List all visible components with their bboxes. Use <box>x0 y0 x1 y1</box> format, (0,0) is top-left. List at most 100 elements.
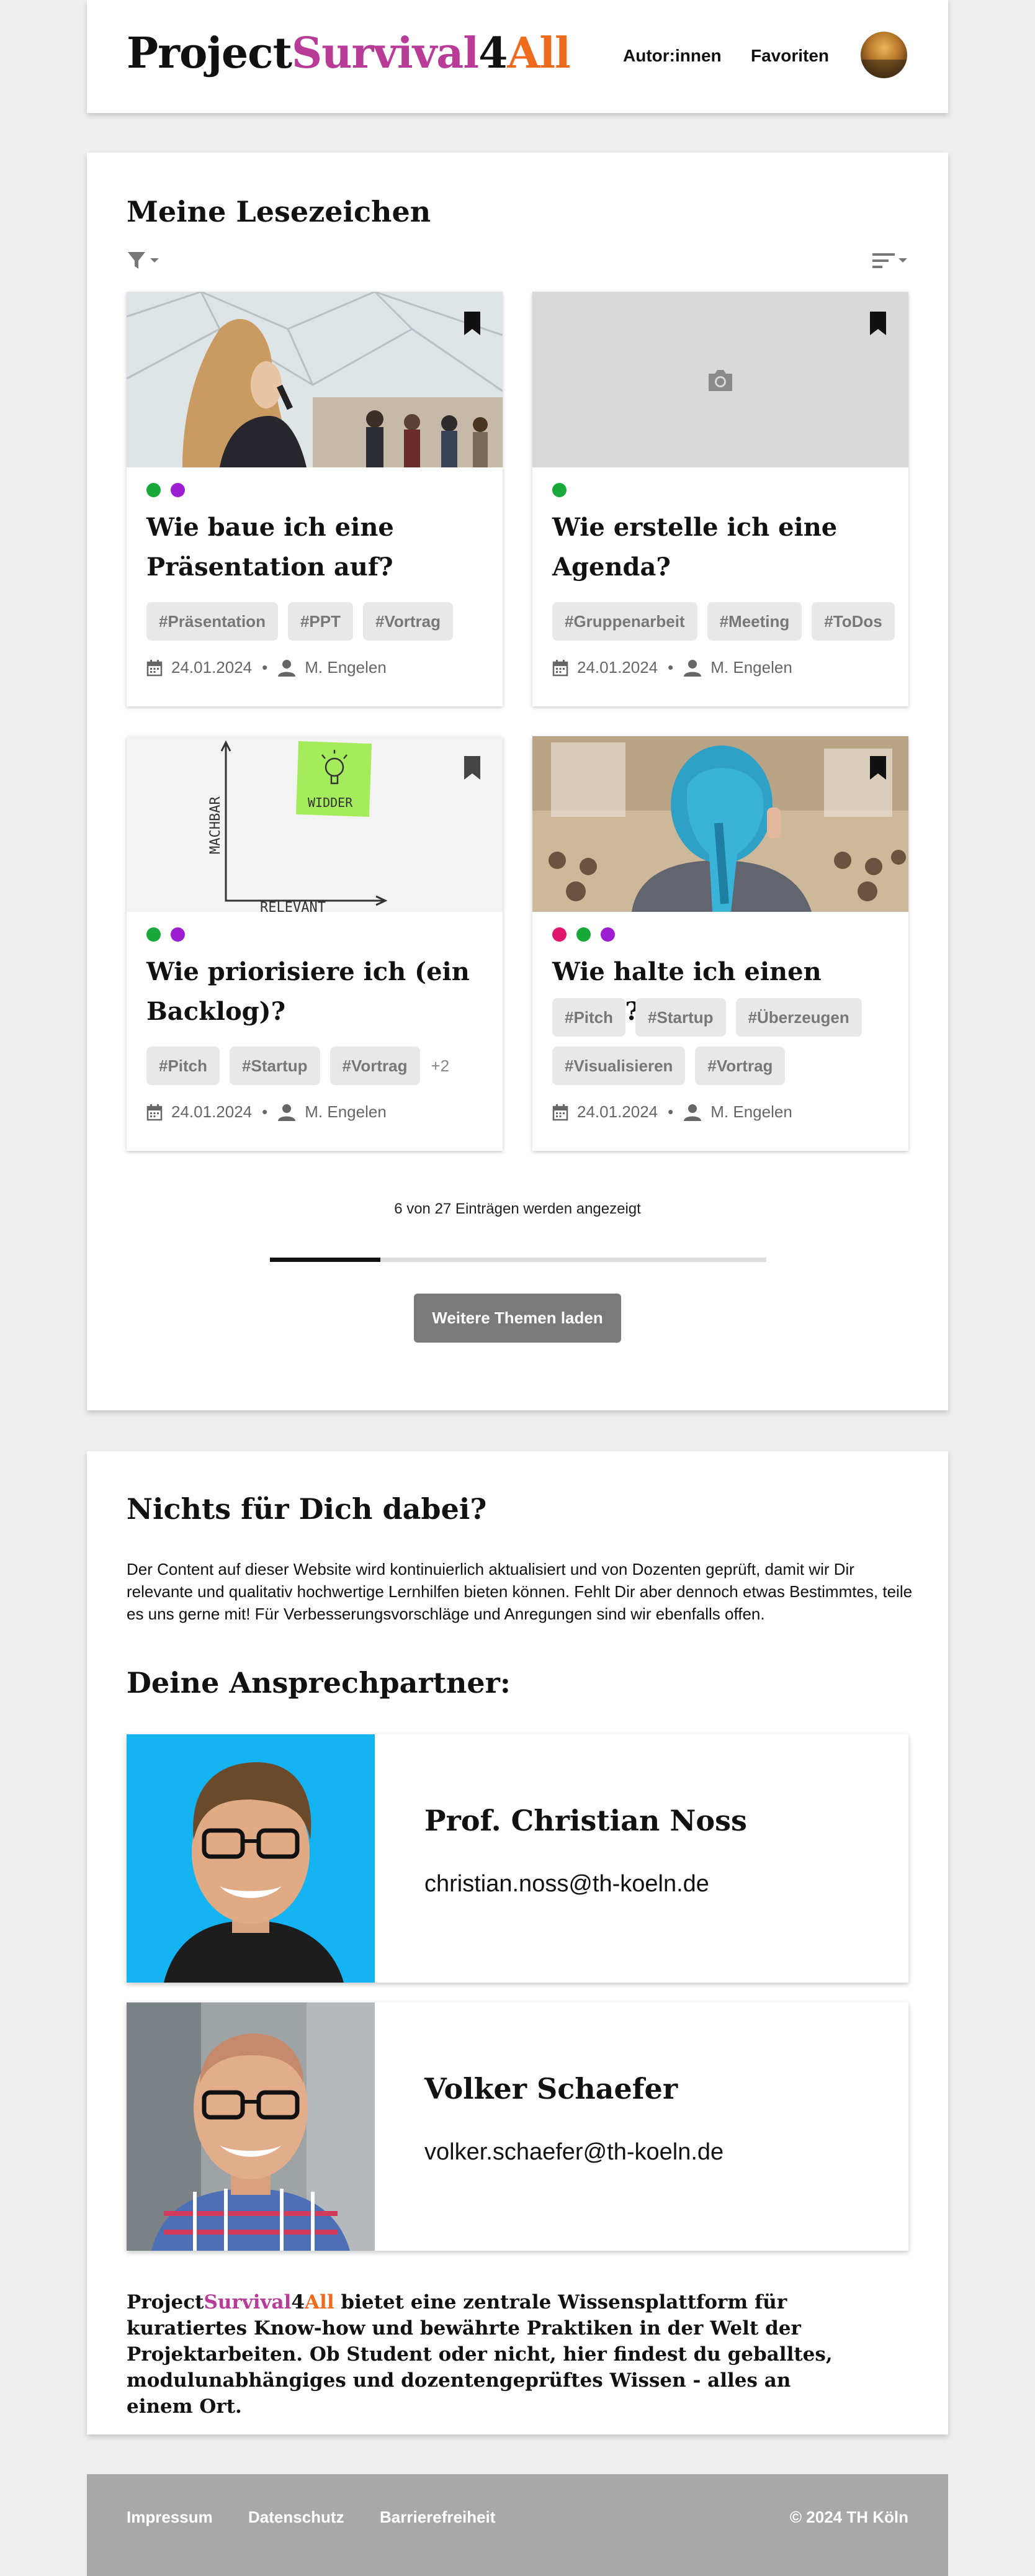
tag[interactable]: #Vortrag <box>362 602 453 641</box>
tag-list: #Präsentation #PPT #Vortrag <box>146 602 494 641</box>
card-image-presentation <box>127 292 503 467</box>
category-dots <box>552 927 615 942</box>
contact-photo <box>127 1734 375 1983</box>
category-dots <box>146 927 185 942</box>
card-meta: 24.01.2024 • M. Engelen <box>146 658 387 677</box>
site-logo[interactable]: ProjectSurvival4All <box>127 32 571 74</box>
contact-email[interactable]: volker.schaefer@th-koeln.de <box>424 2139 724 2166</box>
calendar-icon <box>146 1104 163 1120</box>
load-more-button[interactable]: Weitere Themen laden <box>414 1294 621 1343</box>
bookmark-icon[interactable] <box>869 755 887 781</box>
card-image-placeholder <box>532 292 908 467</box>
tag[interactable]: #Präsentation <box>146 602 278 641</box>
nav-authors[interactable]: Autor:innen <box>623 46 722 66</box>
contact-persons-title: Deine Ansprechpartner: <box>127 1666 511 1700</box>
category-dot <box>552 483 567 497</box>
tag-list: #Pitch #Startup #Überzeugen #Visualisier… <box>552 998 900 1085</box>
tag[interactable]: #Visualisieren <box>552 1047 686 1085</box>
user-avatar[interactable] <box>861 32 907 78</box>
tag[interactable]: #PPT <box>287 602 353 641</box>
contact-person-card: Prof. Christian Noss christian.noss@th-k… <box>127 1734 908 1983</box>
tag[interactable]: #Startup <box>230 1047 320 1085</box>
footer-link-impressum[interactable]: Impressum <box>127 2508 213 2527</box>
nav-favorites[interactable]: Favoriten <box>751 46 829 66</box>
person-icon <box>278 659 296 677</box>
card-meta: 24.01.2024 • M. Engelen <box>552 1102 792 1122</box>
category-dot <box>146 483 161 497</box>
card-title[interactable]: Wie priorisiere ich (ein Backlog)? <box>146 952 482 1032</box>
contact-title: Nichts für Dich dabei? <box>127 1492 487 1526</box>
person-icon <box>278 1104 296 1121</box>
category-dots <box>552 483 567 497</box>
results-progress-bar <box>270 1258 766 1262</box>
bookmark-card[interactable]: Wie erstelle ich eine Agenda? #Gruppenar… <box>532 292 908 706</box>
calendar-icon <box>146 659 163 676</box>
card-date: 24.01.2024 <box>577 1102 658 1121</box>
tag[interactable]: #Pitch <box>552 998 626 1037</box>
sketch-y-label: MACHBAR <box>208 796 223 854</box>
meta-separator: • <box>262 658 268 677</box>
bookmark-icon[interactable] <box>463 310 482 336</box>
tag[interactable]: #Pitch <box>146 1047 220 1085</box>
logo-part-all: All <box>507 29 570 78</box>
results-count: 6 von 27 Einträgen werden angezeigt <box>394 1200 641 1217</box>
inline-logo-survival: Survival <box>204 2291 292 2313</box>
contact-person-card: Volker Schaefer volker.schaefer@th-koeln… <box>127 2002 908 2251</box>
tag[interactable]: #Vortrag <box>695 1047 786 1085</box>
tag-list: #Gruppenarbeit #Meeting #ToDos <box>552 602 900 641</box>
tag[interactable]: #Meeting <box>707 602 802 641</box>
card-author: M. Engelen <box>305 658 387 677</box>
more-tags-count[interactable]: +2 <box>430 1056 450 1076</box>
category-dot <box>576 927 591 942</box>
contact-photo <box>127 2002 375 2251</box>
tag[interactable]: #Gruppenarbeit <box>552 602 697 641</box>
filter-button[interactable] <box>127 250 161 275</box>
calendar-icon <box>552 659 568 676</box>
bookmarks-title: Meine Lesezeichen <box>127 195 431 228</box>
bookmark-icon[interactable] <box>463 755 482 781</box>
card-meta: 24.01.2024 • M. Engelen <box>552 658 792 677</box>
tag-list: #Pitch #Startup #Vortrag +2 <box>146 1047 494 1085</box>
calendar-icon <box>552 1104 568 1120</box>
bookmarks-section: Meine Lesezeichen Wie baue ich eine Präs… <box>87 153 948 1410</box>
card-title[interactable]: Wie erstelle ich eine Agenda? <box>552 508 887 587</box>
camera-icon <box>709 370 732 391</box>
bookmark-card[interactable]: Wie halte ich einen Pitch? #Pitch #Start… <box>532 736 908 1151</box>
logo-part-4: 4 <box>478 29 508 78</box>
footer-link-datenschutz[interactable]: Datenschutz <box>248 2508 344 2527</box>
tag[interactable]: #Überzeugen <box>735 998 862 1037</box>
category-dot <box>171 483 185 497</box>
contact-name: Prof. Christian Noss <box>424 1804 747 1837</box>
sketch-x-label: RELEVANT <box>260 900 326 912</box>
contact-email[interactable]: christian.noss@th-koeln.de <box>424 1871 709 1898</box>
inline-logo-4: 4 <box>291 2291 305 2313</box>
card-meta: 24.01.2024 • M. Engelen <box>146 1102 387 1122</box>
sort-button[interactable] <box>871 250 910 275</box>
progress-fill <box>270 1258 380 1262</box>
category-dots <box>146 483 185 497</box>
tag[interactable]: #Startup <box>635 998 726 1037</box>
card-author: M. Engelen <box>305 1102 387 1121</box>
contact-name: Volker Schaefer <box>424 2072 678 2105</box>
tag[interactable]: #Vortrag <box>329 1047 420 1085</box>
bookmark-icon[interactable] <box>869 310 887 336</box>
contact-lead-text: Der Content auf dieser Website wird kont… <box>127 1560 913 1623</box>
card-title[interactable]: Wie baue ich eine Präsentation auf? <box>146 508 482 587</box>
card-date: 24.01.2024 <box>577 658 658 677</box>
card-image-pitch <box>532 736 908 912</box>
meta-separator: • <box>262 1102 268 1121</box>
meta-separator: • <box>668 1102 674 1121</box>
bookmark-card[interactable]: Wie baue ich eine Präsentation auf? #Prä… <box>127 292 503 706</box>
site-footer: Impressum Datenschutz Barrierefreiheit ©… <box>87 2474 948 2576</box>
contact-section: Nichts für Dich dabei? Der Content auf d… <box>87 1451 948 2434</box>
tag[interactable]: #ToDos <box>812 602 895 641</box>
category-dot <box>552 927 567 942</box>
person-icon <box>684 659 702 677</box>
footer-link-barrierefreiheit[interactable]: Barrierefreiheit <box>380 2508 495 2527</box>
card-date: 24.01.2024 <box>171 658 253 677</box>
footer-copyright: © 2024 TH Köln <box>789 2508 908 2526</box>
card-date: 24.01.2024 <box>171 1102 253 1121</box>
bookmark-card[interactable]: MACHBAR RELEVANT WIDDER Wie priorisiere … <box>127 736 503 1151</box>
card-author: M. Engelen <box>710 658 792 677</box>
meta-separator: • <box>668 658 674 677</box>
